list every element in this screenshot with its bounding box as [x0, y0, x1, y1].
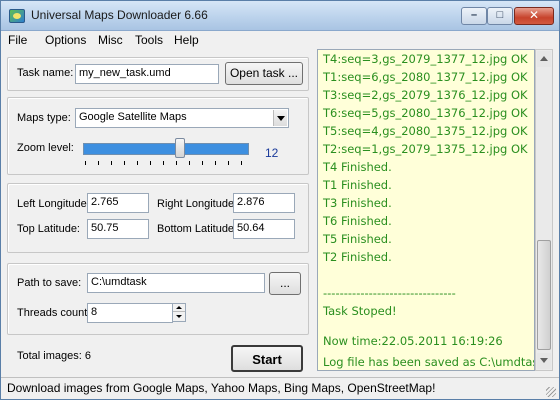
- title-bar[interactable]: Universal Maps Downloader 6.66 – □ ✕: [1, 1, 559, 31]
- bottom-latitude-input[interactable]: 50.64: [233, 219, 295, 239]
- maps-type-label: Maps type:: [17, 112, 71, 124]
- open-task-button[interactable]: Open task ...: [225, 62, 303, 85]
- zoom-tick: [98, 161, 99, 165]
- maps-type-value: Google Satellite Maps: [79, 111, 187, 123]
- task-name-input[interactable]: my_new_task.umd: [75, 64, 219, 84]
- log-line: --------------------------------: [323, 286, 456, 300]
- zoom-tick: [111, 161, 112, 165]
- close-button[interactable]: ✕: [514, 7, 554, 25]
- menu-file[interactable]: File: [8, 33, 27, 47]
- log-line: T6 Finished.: [323, 214, 392, 228]
- log-line: T5:seq=4,gs_2080_1375_12.jpg OK: [323, 124, 528, 138]
- zoom-tick: [124, 161, 125, 165]
- log-scrollbar[interactable]: [535, 49, 553, 371]
- minimize-button[interactable]: –: [461, 7, 487, 25]
- zoom-tick: [202, 161, 203, 165]
- zoom-tick: [150, 161, 151, 165]
- menu-help[interactable]: Help: [174, 33, 199, 47]
- zoom-slider-track[interactable]: [83, 143, 249, 155]
- start-button[interactable]: Start: [231, 345, 303, 372]
- minimize-icon: –: [470, 9, 478, 21]
- zoom-tick: [189, 161, 190, 165]
- window-title: Universal Maps Downloader 6.66: [31, 8, 208, 22]
- stepper-down-icon[interactable]: [173, 313, 185, 321]
- right-longitude-label: Right Longitude:: [157, 198, 238, 210]
- log-line: T5 Finished.: [323, 232, 392, 246]
- menu-misc[interactable]: Misc: [98, 33, 123, 47]
- status-text: Download images from Google Maps, Yahoo …: [7, 381, 436, 395]
- scroll-down-icon[interactable]: [537, 353, 551, 369]
- status-bar: Download images from Google Maps, Yahoo …: [1, 377, 559, 399]
- top-latitude-label: Top Latitude:: [17, 223, 80, 235]
- scroll-up-icon[interactable]: [537, 51, 551, 67]
- path-to-save-label: Path to save:: [17, 277, 82, 289]
- menu-options[interactable]: Options: [45, 33, 86, 47]
- bottom-latitude-label: Bottom Latitude:: [157, 223, 238, 235]
- app-logo-icon: [9, 9, 25, 23]
- task-name-label: Task name:: [17, 67, 74, 79]
- log-line: T1 Finished.: [323, 178, 392, 192]
- maximize-button[interactable]: □: [487, 7, 513, 25]
- left-longitude-input[interactable]: 2.765: [87, 193, 149, 213]
- menu-bar: File Options Misc Tools Help: [1, 31, 315, 49]
- zoom-tick: [215, 161, 216, 165]
- zoom-tick: [228, 161, 229, 165]
- chevron-down-icon[interactable]: [273, 110, 287, 126]
- zoom-tick: [137, 161, 138, 165]
- zoom-level-label: Zoom level:: [17, 142, 74, 154]
- maximize-icon: □: [496, 9, 504, 21]
- log-line: T4 Finished.: [323, 160, 392, 174]
- zoom-tick: [85, 161, 86, 165]
- log-output[interactable]: T4:seq=3,gs_2079_1377_12.jpg OK T1:seq=6…: [317, 49, 535, 371]
- left-longitude-label: Left Longitude:: [17, 198, 90, 210]
- app-window: Universal Maps Downloader 6.66 – □ ✕ Fil…: [0, 0, 560, 400]
- path-to-save-input[interactable]: C:\umdtask: [87, 273, 265, 293]
- zoom-tick: [176, 161, 177, 165]
- log-line: T6:seq=5,gs_2080_1376_12.jpg OK: [323, 106, 528, 120]
- zoom-slider-thumb[interactable]: [175, 138, 185, 158]
- resize-grip-icon[interactable]: [546, 387, 556, 397]
- log-line: T3 Finished.: [323, 196, 392, 210]
- threads-stepper[interactable]: [172, 303, 186, 322]
- top-latitude-input[interactable]: 50.75: [87, 219, 149, 239]
- total-images-label: Total images: 6: [17, 350, 91, 362]
- log-line: Task Stoped!: [323, 304, 397, 318]
- scrollbar-thumb[interactable]: [537, 240, 551, 350]
- threads-count-label: Threads count:: [17, 307, 91, 319]
- log-line: Log file has been saved as C:\umdtask\: [323, 355, 535, 369]
- maps-type-select[interactable]: Google Satellite Maps: [75, 108, 289, 128]
- log-line: T4:seq=3,gs_2079_1377_12.jpg OK: [323, 52, 528, 66]
- zoom-tick: [241, 161, 242, 165]
- right-longitude-input[interactable]: 2.876: [233, 193, 295, 213]
- log-line: T2 Finished.: [323, 250, 392, 264]
- log-line: T2:seq=1,gs_2079_1375_12.jpg OK: [323, 142, 528, 156]
- menu-tools[interactable]: Tools: [135, 33, 163, 47]
- log-line: T3:seq=2,gs_2079_1376_12.jpg OK: [323, 88, 528, 102]
- browse-button[interactable]: ...: [269, 272, 301, 295]
- threads-count-input[interactable]: 8: [87, 303, 173, 323]
- zoom-tick: [163, 161, 164, 165]
- zoom-level-value: 12: [265, 146, 279, 160]
- log-line: T1:seq=6,gs_2080_1377_12.jpg OK: [323, 70, 528, 84]
- close-icon: ✕: [528, 8, 540, 22]
- log-line: Now time:22.05.2011 16:19:26: [323, 334, 503, 348]
- stepper-up-icon[interactable]: [173, 304, 185, 312]
